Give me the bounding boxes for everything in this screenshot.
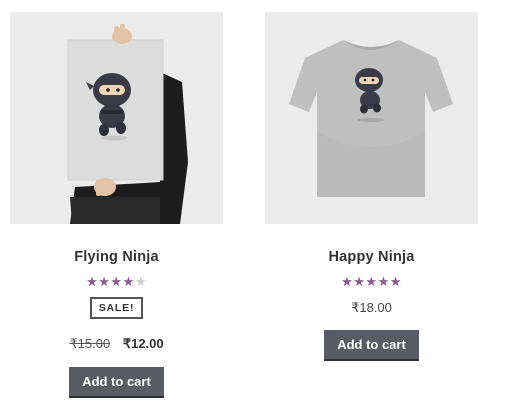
add-to-cart-button[interactable]: Add to cart [324,330,419,359]
star-filled-icons: ★★★★★ [341,274,402,289]
star-rating: ★★★★★ ★★★★★ [265,274,478,290]
product-grid: Flying Ninja ★★★★★ ★★★★★ SALE! ₹15.00 ₹1… [0,0,520,406]
regular-price: ₹15.00 [69,336,111,351]
product-title[interactable]: Flying Ninja [10,249,223,265]
star-rating-icons: ★★★★★ ★★★★★ [86,274,147,290]
product-image-link[interactable] [265,12,478,224]
sale-price: ₹12.00 [122,336,164,351]
star-rating-icons: ★★★★★ ★★★★★ [341,274,402,290]
star-filled-icons: ★★★★★ [86,274,135,289]
product-card-flying-ninja: Flying Ninja ★★★★★ ★★★★★ SALE! ₹15.00 ₹1… [10,0,223,396]
price: ₹15.00 ₹12.00 [10,336,223,352]
product-image-link[interactable] [10,12,223,224]
product-card-happy-ninja: Happy Ninja ★★★★★ ★★★★★ ₹18.00 Add to ca… [265,0,478,359]
price: ₹18.00 [265,300,478,316]
star-rating: ★★★★★ ★★★★★ [10,274,223,290]
tshirt-ninja-image [265,12,478,224]
sale-badge: SALE! [89,297,144,319]
add-to-cart-button[interactable]: Add to cart [69,367,164,396]
product-title[interactable]: Happy Ninja [265,249,478,265]
poster-ninja-image [10,12,223,224]
regular-price: ₹18.00 [351,300,392,315]
